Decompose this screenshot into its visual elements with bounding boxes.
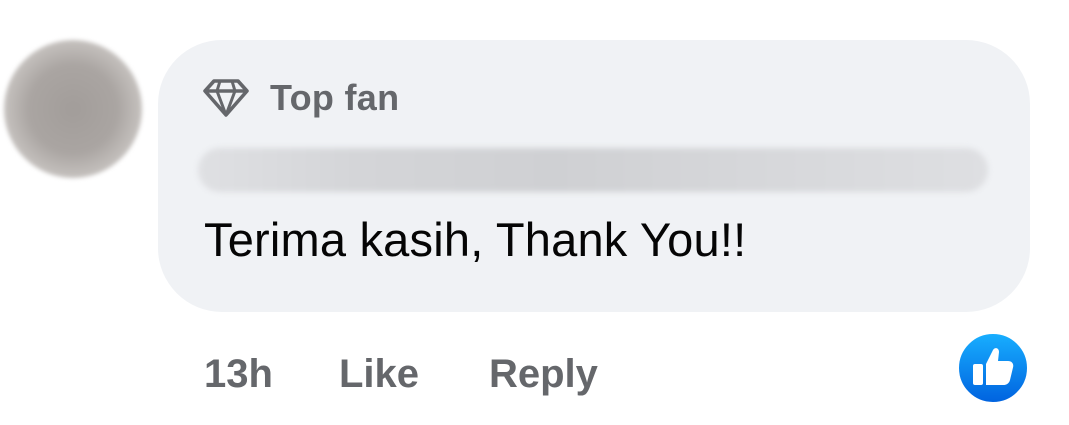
like-button[interactable]: Like xyxy=(339,352,419,397)
top-fan-badge[interactable]: Top fan xyxy=(202,76,399,120)
reply-button[interactable]: Reply xyxy=(489,352,598,397)
comment-bubble: Top fan Terima kasih, Thank You!! xyxy=(158,40,1030,312)
comment-timestamp[interactable]: 13h xyxy=(204,352,273,397)
thumbs-up-icon[interactable] xyxy=(956,331,1030,405)
commenter-name[interactable] xyxy=(198,148,988,192)
badge-label: Top fan xyxy=(270,77,400,118)
diamond-icon xyxy=(203,79,249,117)
avatar[interactable] xyxy=(4,40,142,178)
comment-actions: 13h Like Reply xyxy=(204,348,598,400)
comment-text: Terima kasih, Thank You!! xyxy=(204,213,747,266)
